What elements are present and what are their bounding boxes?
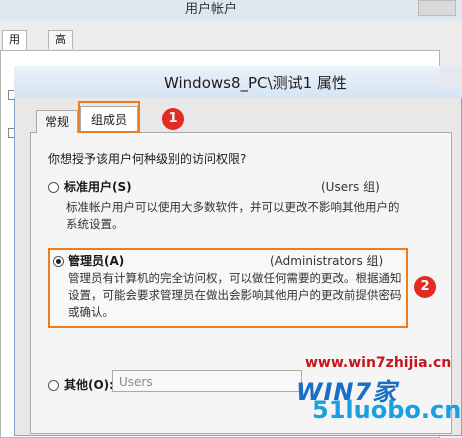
step-badge-2: 2: [414, 276, 436, 298]
dialog-titlebar: Windows8_PC\测试1 属性: [14, 66, 462, 98]
dialog-title: Windows8_PC\测试1 属性: [164, 74, 347, 92]
background-close-button[interactable]: [418, 0, 456, 16]
tab-general[interactable]: 常规: [36, 110, 79, 133]
administrator-description: 管理员有计算机的完全访问权，可以做任何需要的更改。根据通知设置，可能会要求管理员…: [68, 271, 402, 319]
other-radio[interactable]: [48, 380, 59, 391]
standard-user-description: 标准帐户用户可以使用大多数软件，并可以更改不影响其他用户的系统设置。: [66, 200, 400, 231]
standard-user-radio[interactable]: [48, 182, 59, 193]
other-group-select[interactable]: Users: [112, 370, 302, 392]
tab-highlight-box: [78, 101, 140, 133]
background-tab-users[interactable]: 用户: [2, 30, 27, 64]
access-level-question: 你想授予该用户何种级别的访问权限?: [48, 152, 247, 166]
step-badge-1: 1: [162, 108, 184, 130]
watermark-url: www.win7zhijia.cn: [305, 355, 452, 371]
standard-user-label[interactable]: 标准用户(S): [64, 178, 132, 195]
administrator-radio[interactable]: [53, 256, 64, 267]
administrator-label[interactable]: 管理员(A): [68, 252, 124, 269]
standard-user-group: (Users 组): [321, 180, 380, 194]
dialog-close-button[interactable]: [440, 66, 462, 88]
administrator-group: (Administrators 组): [270, 254, 384, 268]
watermark-site: 51luobo.cn: [312, 396, 462, 424]
background-titlebar: 用户帐户: [0, 0, 462, 20]
background-window-title: 用户帐户: [185, 2, 238, 17]
other-label[interactable]: 其他(O):: [64, 376, 114, 393]
background-tab-advanced[interactable]: 高级: [48, 30, 73, 64]
